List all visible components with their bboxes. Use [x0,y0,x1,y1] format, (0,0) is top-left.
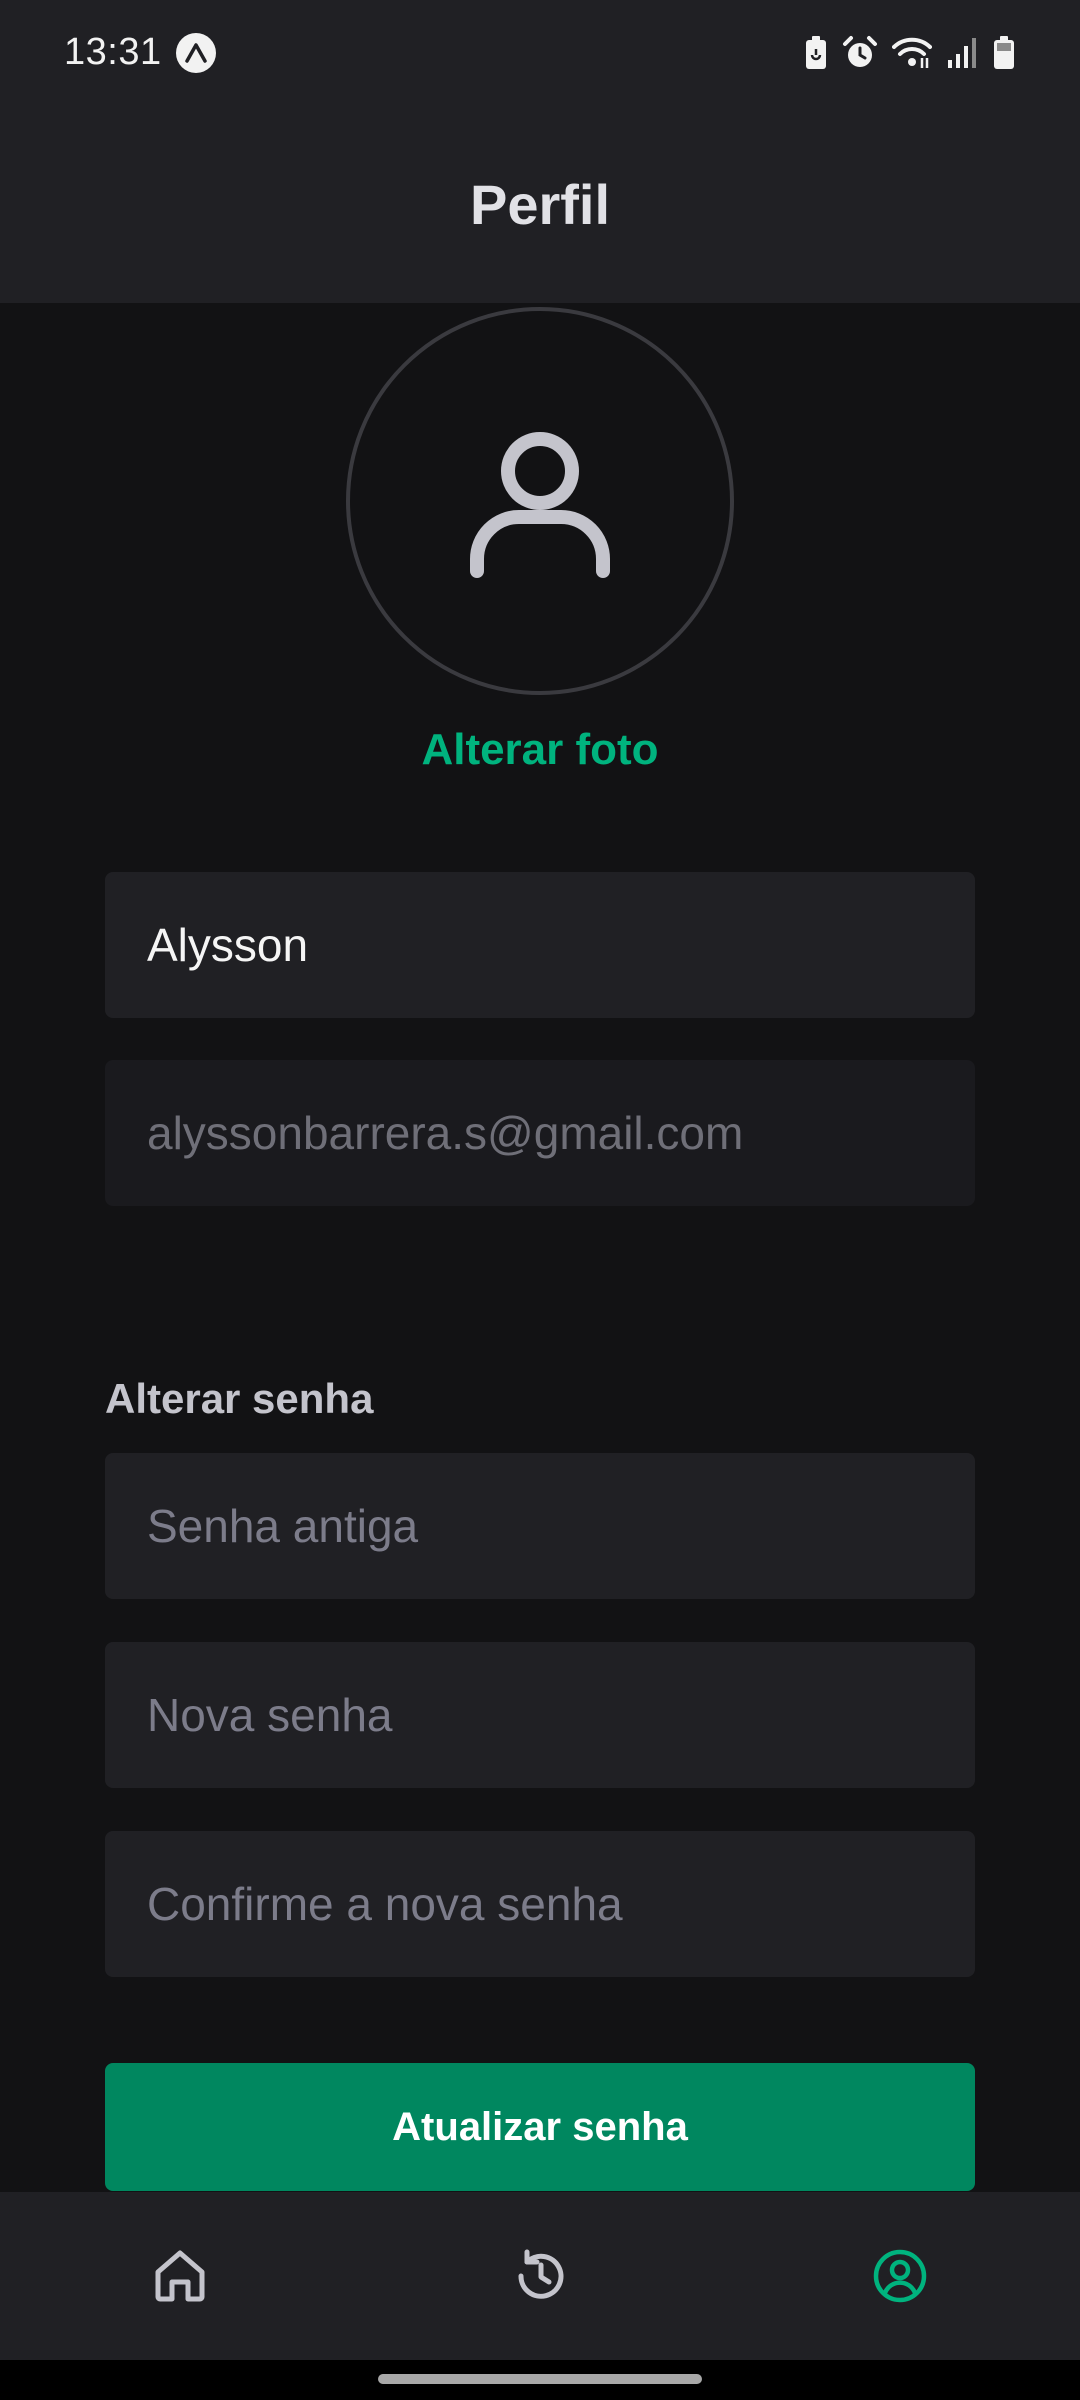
confirm-password-field[interactable] [105,1831,975,1977]
header: Perfil [0,105,1080,303]
user-icon [470,432,610,578]
profile-icon [873,2249,927,2303]
battery-icon [994,35,1014,69]
profile-screen: 13:31 Perfil Alterar foto Alysson alysso… [0,0,1080,2400]
tab-home[interactable] [0,2192,360,2360]
update-password-button[interactable]: Atualizar senha [105,2063,975,2191]
alarm-icon [843,35,877,67]
wifi-icon [892,37,932,68]
home-indicator[interactable] [378,2374,702,2384]
page-title: Perfil [469,172,611,236]
email-field: alyssonbarrera.s@gmail.com [105,1060,975,1206]
status-icons [804,35,1016,71]
new-password-field[interactable] [105,1642,975,1788]
bottom-tab-bar [0,2192,1080,2360]
battery-saver-icon [806,35,826,69]
system-navigation-bar [0,2360,1080,2400]
name-input[interactable] [147,918,933,972]
home-icon [155,2250,205,2302]
email-value: alyssonbarrera.s@gmail.com [147,1107,744,1159]
name-field[interactable] [105,872,975,1018]
confirm-password-input[interactable] [147,1877,933,1931]
status-time: 13:31 [64,31,162,73]
change-photo-button[interactable]: Alterar foto [0,725,1080,775]
avatar[interactable] [346,307,734,695]
status-bar: 13:31 [0,0,1080,105]
signal-icon [948,37,976,68]
app-notification-icon [175,32,216,73]
old-password-field[interactable] [105,1453,975,1599]
tab-profile[interactable] [720,2192,1080,2360]
history-icon [518,2249,564,2299]
new-password-input[interactable] [147,1688,933,1742]
tab-history[interactable] [360,2192,720,2360]
change-password-title: Alterar senha [105,1375,374,1422]
old-password-input[interactable] [147,1499,933,1553]
